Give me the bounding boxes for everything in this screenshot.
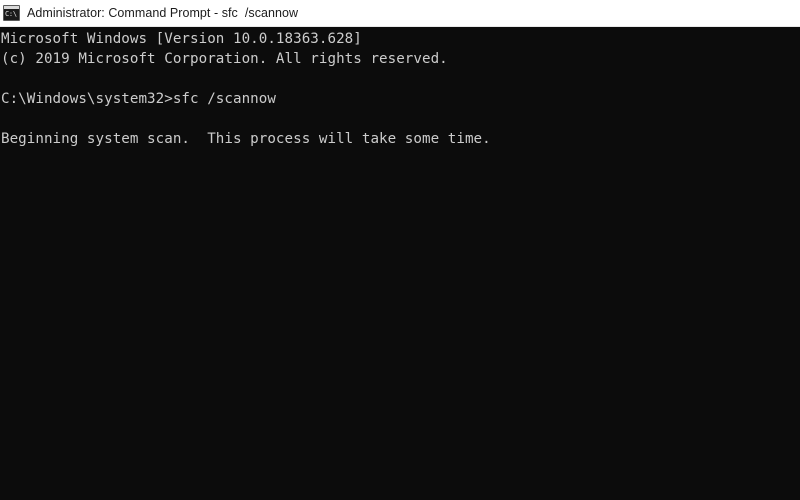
- console-line: C:\Windows\system32>sfc /scannow: [1, 91, 276, 107]
- cmd-console-icon-glyph: C:\: [5, 10, 17, 18]
- console-line: Microsoft Windows [Version 10.0.18363.62…: [1, 31, 362, 47]
- console-surface[interactable]: Microsoft Windows [Version 10.0.18363.62…: [0, 27, 800, 500]
- window-title: Administrator: Command Prompt - sfc /sca…: [27, 6, 299, 20]
- console-output: Microsoft Windows [Version 10.0.18363.62…: [0, 27, 800, 149]
- cmd-console-icon: C:\: [3, 5, 20, 21]
- window-titlebar[interactable]: C:\ Administrator: Command Prompt - sfc …: [0, 0, 800, 27]
- console-line: (c) 2019 Microsoft Corporation. All righ…: [1, 51, 448, 67]
- command-prompt-window: C:\ Administrator: Command Prompt - sfc …: [0, 0, 800, 500]
- console-line: Beginning system scan. This process will…: [1, 131, 491, 147]
